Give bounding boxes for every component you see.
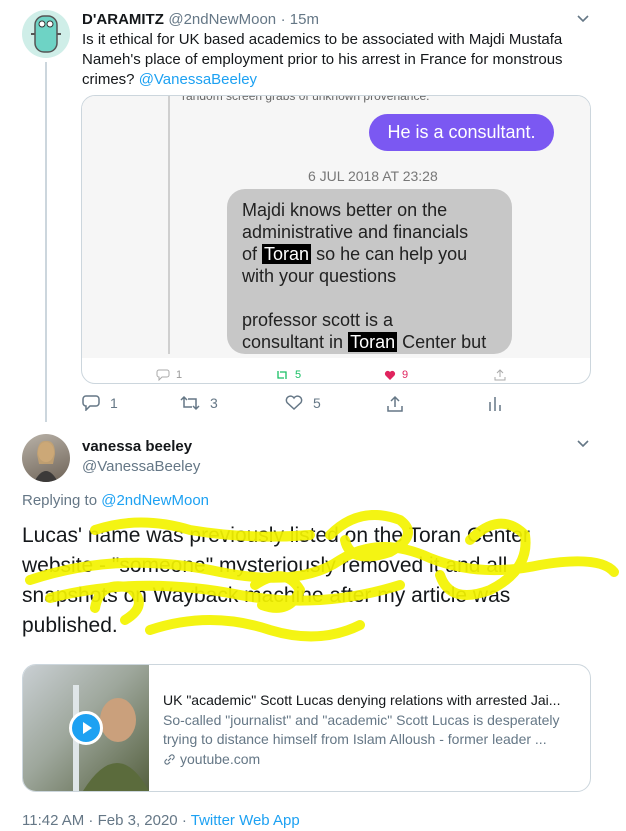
- chevron-down-icon[interactable]: [576, 12, 590, 31]
- client-link[interactable]: Twitter Web App: [191, 812, 300, 829]
- share-button[interactable]: [386, 395, 404, 418]
- mention-link[interactable]: @VanessaBeeley: [139, 71, 257, 88]
- reply-icon: [82, 395, 100, 411]
- tweet-time[interactable]: · 15m: [281, 11, 319, 28]
- reply-icon: [156, 369, 170, 381]
- reply-button[interactable]: 1: [82, 395, 118, 411]
- quoted-replies: 1: [156, 369, 182, 381]
- msg-line: administrative and financials: [242, 222, 469, 242]
- like-button[interactable]: 5: [285, 395, 321, 411]
- msg-line: with your questions: [242, 266, 397, 286]
- avatar-daramitz[interactable]: [22, 10, 70, 58]
- link-icon: [164, 753, 175, 765]
- message-date: 6 JUL 2018 AT 23:28: [308, 168, 438, 184]
- heart-icon: [285, 395, 303, 411]
- quoted-likes: 9: [384, 369, 408, 381]
- msg-line: of Toran so he can help you: [242, 244, 468, 264]
- message-bubble-gray: Majdi knows better on the administrative…: [227, 189, 512, 354]
- card-domain: youtube.com: [163, 751, 260, 767]
- chevron-down-icon[interactable]: [576, 437, 590, 456]
- message-bubble-purple: He is a consultant.: [369, 114, 554, 151]
- heart-icon: [384, 370, 396, 380]
- quoted-share-icon: [494, 368, 506, 383]
- share-icon: [387, 395, 403, 412]
- quoted-media-card[interactable]: random screen grabs of unknown provenanc…: [81, 95, 591, 384]
- avatar-vanessa[interactable]: [22, 434, 70, 482]
- handle[interactable]: @2ndNewMoon: [168, 11, 276, 28]
- retweet-button[interactable]: 3: [180, 395, 218, 411]
- like-count: 5: [313, 395, 321, 411]
- quoted-retweets: 5: [275, 369, 301, 381]
- video-thumbnail[interactable]: [23, 665, 149, 791]
- top-fragment: random screen grabs of unknown provenanc…: [182, 95, 430, 103]
- retweet-icon: [180, 395, 200, 411]
- screenshot-divider: [168, 96, 170, 354]
- highlight-toran: Toran: [262, 244, 312, 264]
- reply-count: 1: [110, 395, 118, 411]
- msg-line: Majdi knows better on the: [242, 200, 448, 220]
- highlight-toran: Toran: [348, 332, 398, 352]
- tweet2-text: Lucas' name was previously listed on the…: [22, 524, 530, 637]
- display-name[interactable]: D'ARAMITZ: [82, 11, 164, 28]
- card-title: UK "academic" Scott Lucas denying relati…: [163, 692, 561, 708]
- thread-line: [45, 62, 47, 422]
- analytics-icon: [489, 397, 501, 411]
- timestamp-text[interactable]: 11:42 AM · Feb 3, 2020 ·: [22, 812, 187, 829]
- tweet2-name[interactable]: vanessa beeley: [82, 438, 192, 455]
- replying-label: Replying to: [22, 492, 98, 509]
- analytics-button[interactable]: [488, 396, 502, 417]
- tweet1-header: D'ARAMITZ @2ndNewMoon · 15m: [82, 10, 319, 30]
- tweet1-body: Is it ethical for UK based academics to …: [82, 30, 572, 90]
- card-description: So-called "journalist" and "academic" Sc…: [163, 712, 560, 747]
- msg-line: consultant in Toran Center but: [242, 332, 487, 352]
- replying-to: Replying to @2ndNewMoon: [22, 491, 209, 511]
- retweet-count: 3: [210, 395, 218, 411]
- tweet2-handle[interactable]: @VanessaBeeley: [82, 457, 200, 477]
- play-icon[interactable]: [69, 711, 103, 745]
- retweet-icon: [277, 371, 287, 379]
- link-preview-card[interactable]: UK "academic" Scott Lucas denying relati…: [22, 664, 591, 792]
- tweet-timestamp: 11:42 AM · Feb 3, 2020 · Twitter Web App: [22, 811, 300, 831]
- replying-to-link[interactable]: @2ndNewMoon: [101, 492, 209, 509]
- msg-line: professor scott is a: [242, 310, 394, 330]
